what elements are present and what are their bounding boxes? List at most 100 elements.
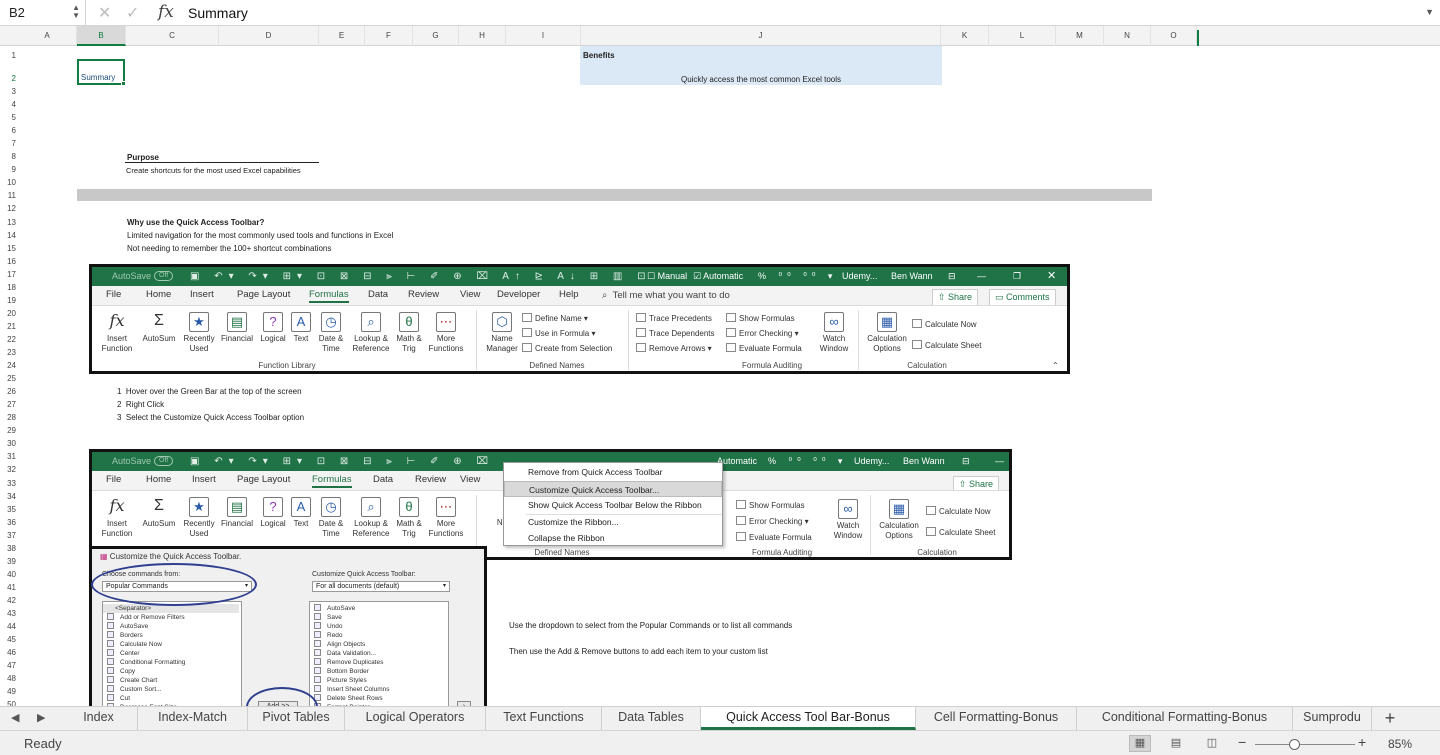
- ribbon-btn-insert[interactable]: fx Insert Function: [100, 497, 134, 539]
- ribbon-btn-lookup-[interactable]: ⌕ Lookup & Reference: [350, 497, 392, 539]
- row-header-17[interactable]: 17: [0, 268, 18, 281]
- command-item[interactable]: Data Validation...: [314, 649, 376, 658]
- selected-cell-b2[interactable]: Summary: [77, 59, 126, 86]
- zoom-slider-thumb[interactable]: [1289, 739, 1300, 750]
- column-header-k[interactable]: K: [941, 26, 989, 46]
- calculate-now-button[interactable]: Calculate Now: [912, 319, 977, 329]
- command-item[interactable]: AutoSave: [107, 622, 148, 631]
- command-item[interactable]: Conditional Formatting: [107, 658, 185, 667]
- column-header-d[interactable]: D: [219, 26, 319, 46]
- calculate-sheet-button[interactable]: Calculate Sheet: [926, 527, 995, 537]
- row-header-13[interactable]: 13: [0, 216, 18, 229]
- column-header-m[interactable]: M: [1056, 26, 1104, 46]
- row-header-15[interactable]: 15: [0, 242, 18, 255]
- ribbon-btn-logical[interactable]: ? Logical: [258, 312, 288, 344]
- user-name-2[interactable]: Ben Wann: [903, 452, 945, 471]
- page-layout-view-icon[interactable]: ▤: [1165, 735, 1187, 752]
- watch-window-button[interactable]: ∞ Watch Window: [815, 312, 853, 354]
- error-checking-button[interactable]: Error Checking ▾: [736, 516, 809, 526]
- autosave-toggle-2[interactable]: Off: [154, 456, 174, 466]
- row-header-21[interactable]: 21: [0, 320, 18, 333]
- row-header-47[interactable]: 47: [0, 659, 18, 672]
- next-sheet-icon[interactable]: ▶: [37, 711, 45, 724]
- prev-sheet-icon[interactable]: ◀: [11, 711, 19, 724]
- ribbon-btn-math-[interactable]: θ Math & Trig: [394, 497, 424, 539]
- qat-icons-2[interactable]: ▣ ↶▾ ↷▾ ⊞▾ ⊡ ⊠ ⊟ ⫸ ⊢ ✐ ⊕ ⌧: [190, 452, 494, 471]
- column-header-c[interactable]: C: [126, 26, 219, 46]
- formula-input[interactable]: Summary: [188, 5, 248, 21]
- command-item[interactable]: Delete Sheet Rows: [314, 694, 383, 703]
- tab-help[interactable]: Help: [559, 289, 579, 300]
- column-header-g[interactable]: G: [413, 26, 459, 46]
- sheet-tab-cell-formatting-bonus[interactable]: Cell Formatting-Bonus: [916, 707, 1077, 730]
- row-header-42[interactable]: 42: [0, 594, 18, 607]
- row-header-49[interactable]: 49: [0, 685, 18, 698]
- sheet-tab-index-match[interactable]: Index-Match: [138, 707, 248, 730]
- menu-customize-ribbon[interactable]: Customize the Ribbon...: [504, 514, 722, 530]
- minimize-icon-2[interactable]: —: [995, 452, 1004, 471]
- ribbon-btn-text[interactable]: A Text: [288, 312, 314, 344]
- ribbon-display-icon-2[interactable]: ⊟: [962, 452, 970, 471]
- remove-arrows-button[interactable]: Remove Arrows ▾: [636, 343, 712, 353]
- command-item[interactable]: Calculate Now: [107, 640, 162, 649]
- row-header-19[interactable]: 19: [0, 294, 18, 307]
- column-header-n[interactable]: N: [1104, 26, 1151, 46]
- command-item[interactable]: Remove Duplicates: [314, 658, 383, 667]
- ribbon-btn-autosum[interactable]: Σ AutoSum: [140, 312, 178, 344]
- cancel-icon[interactable]: ✕: [98, 3, 111, 23]
- ribbon-btn-more[interactable]: ⋯ More Functions: [424, 497, 468, 539]
- tab-view[interactable]: View: [460, 474, 480, 485]
- ribbon-btn-more[interactable]: ⋯ More Functions: [424, 312, 468, 354]
- command-item[interactable]: AutoSave: [314, 604, 355, 613]
- command-item[interactable]: Custom Sort...: [107, 685, 162, 694]
- command-item[interactable]: Picture Styles: [314, 676, 367, 685]
- row-header-31[interactable]: 31: [0, 450, 18, 463]
- row-header-16[interactable]: 16: [0, 255, 18, 268]
- enter-icon[interactable]: ✓: [126, 3, 139, 23]
- evaluate-formula-button[interactable]: Evaluate Formula: [736, 532, 812, 542]
- expand-formula-bar-icon[interactable]: ▼: [1425, 7, 1434, 17]
- tab-view[interactable]: View: [460, 289, 480, 300]
- row-header-37[interactable]: 37: [0, 529, 18, 542]
- column-header-j[interactable]: J: [581, 26, 941, 46]
- row-header-26[interactable]: 26: [0, 385, 18, 398]
- number-format-icons[interactable]: % ⁰⁰ ⁰⁰ ▾: [758, 267, 837, 286]
- column-header-a[interactable]: A: [18, 26, 77, 46]
- ribbon-btn-math-[interactable]: θ Math & Trig: [394, 312, 424, 354]
- menu-collapse-ribbon[interactable]: Collapse the Ribbon: [504, 530, 722, 546]
- ribbon-btn-logical[interactable]: ? Logical: [258, 497, 288, 529]
- column-header-h[interactable]: H: [459, 26, 506, 46]
- zoom-slider-track[interactable]: [1255, 744, 1355, 745]
- ribbon-btn-date-[interactable]: ◷ Date & Time: [315, 497, 347, 539]
- row-header-39[interactable]: 39: [0, 555, 18, 568]
- sheet-tab-conditional-formatting-bonus[interactable]: Conditional Formatting-Bonus: [1077, 707, 1293, 730]
- sheet-tab-data-tables[interactable]: Data Tables: [602, 707, 701, 730]
- normal-view-icon[interactable]: ▦: [1129, 735, 1151, 752]
- tab-review[interactable]: Review: [415, 474, 446, 485]
- tab-formulas[interactable]: Formulas: [309, 289, 349, 303]
- row-header-30[interactable]: 30: [0, 437, 18, 450]
- command-item[interactable]: Insert Sheet Columns: [314, 685, 390, 694]
- zoom-out-button[interactable]: −: [1238, 734, 1246, 750]
- menu-customize-qat[interactable]: Customize Quick Access Toolbar...: [504, 481, 722, 497]
- row-header-24[interactable]: 24: [0, 359, 18, 372]
- automatic-checkbox[interactable]: ☑ Automatic: [693, 267, 743, 286]
- ribbon-btn-financial[interactable]: ▤ Financial: [219, 497, 255, 529]
- ribbon-btn-recently[interactable]: ★ Recently Used: [181, 312, 217, 354]
- ribbon-btn-lookup-[interactable]: ⌕ Lookup & Reference: [350, 312, 392, 354]
- define-name-button[interactable]: Define Name ▾: [522, 313, 588, 323]
- command-item[interactable]: Create Chart: [107, 676, 157, 685]
- tab-home[interactable]: Home: [146, 289, 171, 300]
- collapse-ribbon-icon[interactable]: ⌃: [1052, 361, 1059, 370]
- row-header-3[interactable]: 3: [0, 85, 18, 98]
- row-header-43[interactable]: 43: [0, 607, 18, 620]
- sheet-tab-quick-access-tool-bar-bonus[interactable]: Quick Access Tool Bar-Bonus: [701, 707, 916, 730]
- row-header-20[interactable]: 20: [0, 307, 18, 320]
- name-box[interactable]: B2 ▲ ▼: [0, 0, 86, 26]
- column-header-f[interactable]: F: [365, 26, 413, 46]
- row-header-40[interactable]: 40: [0, 568, 18, 581]
- row-header-27[interactable]: 27: [0, 398, 18, 411]
- tell-me-search[interactable]: ⌕ Tell me what you want to do: [602, 290, 730, 301]
- restore-icon[interactable]: ❐: [1013, 267, 1021, 286]
- qat-commands-list[interactable]: AutoSave Save Undo Redo Align Objects Data Va…: [309, 601, 449, 707]
